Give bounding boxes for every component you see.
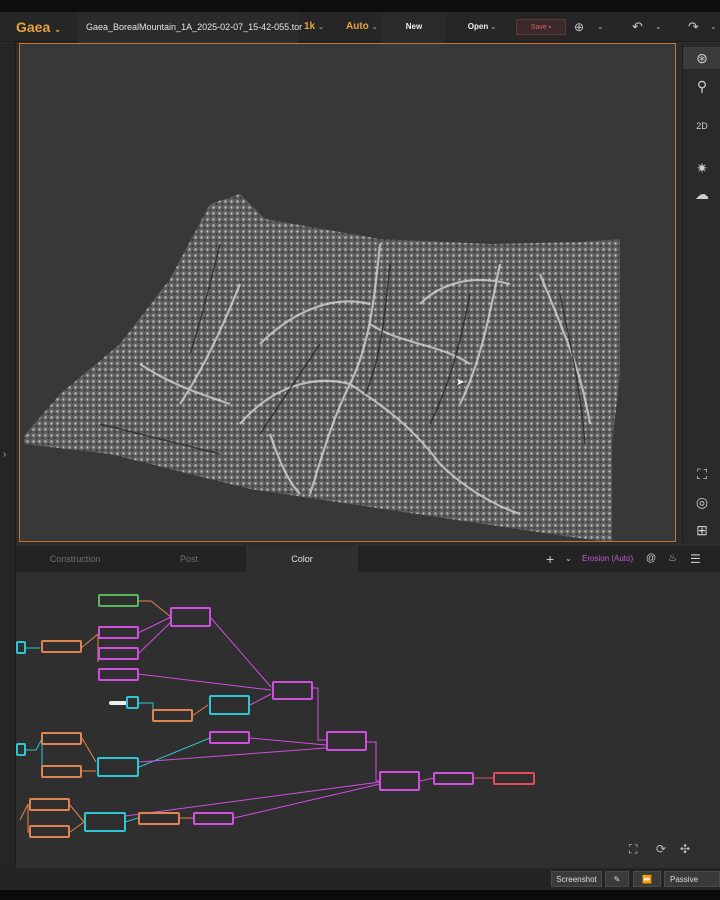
pin-location-icon[interactable]: ⚲ xyxy=(683,75,720,97)
undo-history-chevron-icon[interactable]: ⌄ xyxy=(655,12,662,42)
graph-node-orange-3[interactable] xyxy=(41,732,82,745)
graph-node-magenta-1[interactable] xyxy=(98,626,139,639)
graph-node-cyan-6[interactable] xyxy=(84,812,126,832)
collapse-arrows-icon[interactable]: ✣ xyxy=(680,842,690,856)
save-dot-icon: ▪ xyxy=(548,24,552,31)
graph-node-orange-5[interactable] xyxy=(29,798,70,811)
gaea-window: Gaea ⌄ Gaea_BorealMountain_1A_2025-02-07_… xyxy=(0,0,720,900)
add-circle-icon[interactable]: ⊕ xyxy=(574,12,584,42)
sun-lighting-icon[interactable]: ✷ xyxy=(683,157,720,179)
terrain-render xyxy=(24,194,620,541)
terrain-mesh xyxy=(24,194,620,541)
add-node-chevron-icon[interactable]: ⌄ xyxy=(565,546,572,572)
graph-node-orange-2[interactable] xyxy=(152,709,193,722)
tab-construction[interactable]: Construction xyxy=(16,546,134,572)
app-name: Gaea xyxy=(16,19,51,35)
save-button[interactable]: Save ▪ xyxy=(516,19,566,35)
graph-node-magenta-3[interactable] xyxy=(98,668,139,681)
frame-graph-icon[interactable]: ⛶ xyxy=(629,842,637,857)
graph-node-magenta-2[interactable] xyxy=(98,647,139,660)
graph-node-erosion-auto[interactable] xyxy=(379,771,420,791)
graph-node-magenta-8[interactable] xyxy=(193,812,234,825)
menu-icon[interactable]: ☰ xyxy=(690,546,701,572)
resolution-value: 1k xyxy=(304,21,316,32)
graph-canvas[interactable]: ⛶ ⟳ ✣ xyxy=(16,572,720,868)
frame-fit-icon[interactable]: ⛶ xyxy=(683,463,720,485)
graph-node-orange-1[interactable] xyxy=(41,640,82,653)
graph-node-orange-7[interactable] xyxy=(138,812,180,825)
open-dropdown-chevron-icon[interactable]: ⌄ xyxy=(490,12,497,42)
left-collapsed-panel: › xyxy=(0,43,16,868)
graph-node-cyan-4[interactable] xyxy=(16,743,26,756)
graph-node-orange-6[interactable] xyxy=(29,825,70,838)
screenshot-button[interactable]: Screenshot xyxy=(551,871,602,887)
view-options-icon[interactable]: ⊛ xyxy=(683,47,720,69)
graph-node-magenta-5[interactable] xyxy=(272,681,313,700)
tab-color[interactable]: Color xyxy=(246,546,358,572)
viewport-right-toolbar: ⊛ ⚲ 2D ✷ ☁ ⛶ ◎ ⊞ xyxy=(682,43,720,543)
3d-viewport[interactable]: ➤ xyxy=(19,43,676,542)
status-bar: Screenshot ✎ ⏩ Passive Optimi xyxy=(0,868,720,900)
mouse-pointer-icon: ➤ xyxy=(456,377,465,388)
graph-node-magenta-9[interactable] xyxy=(433,772,474,785)
chevron-down-icon: ⌄ xyxy=(318,24,324,31)
refresh-layout-icon[interactable]: ⟳ xyxy=(656,842,666,856)
graph-node-label-chip[interactable] xyxy=(109,701,127,705)
graph-node-output[interactable] xyxy=(493,772,535,785)
cloud-sky-icon[interactable]: ☁ xyxy=(683,183,720,205)
node-graph-panel: Construction Post Color + ⌄ Erosion (Aut… xyxy=(16,546,720,868)
graph-node-cyan-1[interactable] xyxy=(16,641,26,654)
redo-history-chevron-icon[interactable]: ⌄ xyxy=(710,12,717,42)
add-dropdown-chevron-icon[interactable]: ⌄ xyxy=(597,12,604,42)
save-label: Save xyxy=(530,24,547,31)
chevron-down-icon: ⌄ xyxy=(371,24,378,31)
redo-icon[interactable]: ↷ xyxy=(688,12,699,42)
expand-panel-chevron-icon[interactable]: › xyxy=(3,449,6,460)
skip-forward-icon[interactable]: ⏩ xyxy=(633,871,661,887)
graph-node-magenta-6[interactable] xyxy=(209,731,250,744)
compass-icon[interactable]: ◎ xyxy=(683,491,720,513)
file-name-tab[interactable]: Gaea_BorealMountain_1A_2025-02-07_15-42-… xyxy=(78,12,302,42)
pencil-icon[interactable]: ✎ xyxy=(605,871,629,887)
tab-post[interactable]: Post xyxy=(134,546,244,572)
os-taskbar-strip xyxy=(0,890,720,900)
graph-node-magenta-4[interactable] xyxy=(170,607,211,627)
graph-node-magenta-7[interactable] xyxy=(326,731,367,751)
os-top-strip xyxy=(0,0,720,12)
undo-icon[interactable]: ↶ xyxy=(632,12,643,42)
graph-tab-bar: Construction Post Color + ⌄ Erosion (Aut… xyxy=(16,546,720,572)
selected-node-label[interactable]: Erosion (Auto) xyxy=(582,546,633,572)
add-node-icon[interactable]: + xyxy=(546,546,554,572)
view-2d-toggle[interactable]: 2D xyxy=(683,115,720,137)
chevron-down-icon: ⌄ xyxy=(54,25,61,34)
new-button[interactable]: New xyxy=(382,12,446,42)
graph-node-green-1[interactable] xyxy=(98,594,139,607)
build-mode-value: Auto xyxy=(346,21,369,32)
grid-layout-icon[interactable]: ⊞ xyxy=(683,519,720,541)
graph-node-orange-4[interactable] xyxy=(41,765,82,778)
resolution-dropdown[interactable]: 1k ⌄ xyxy=(304,12,324,42)
at-sign-icon[interactable]: @ xyxy=(646,546,656,572)
main-toolbar: Gaea ⌄ Gaea_BorealMountain_1A_2025-02-07_… xyxy=(0,12,720,42)
flame-icon[interactable]: ♨ xyxy=(668,546,677,572)
app-menu[interactable]: Gaea ⌄ xyxy=(16,12,61,42)
graph-node-cyan-2[interactable] xyxy=(126,696,139,709)
graph-node-cyan-5[interactable] xyxy=(97,757,139,777)
graph-node-cyan-3[interactable] xyxy=(209,695,250,715)
build-mode-dropdown[interactable]: Auto ⌄ xyxy=(346,12,378,42)
passive-optimization-toggle[interactable]: Passive Optimi xyxy=(664,871,720,900)
open-button[interactable]: Open xyxy=(448,12,508,42)
